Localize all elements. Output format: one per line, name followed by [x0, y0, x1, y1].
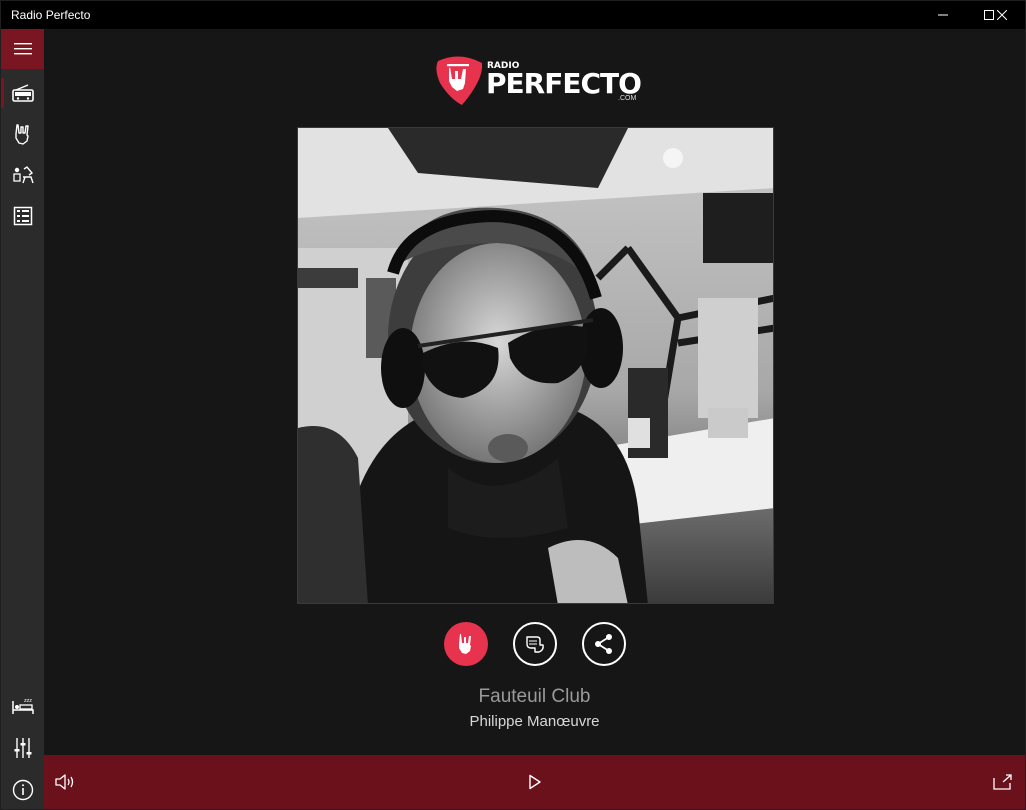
nav-item-info[interactable] — [1, 769, 44, 810]
close-button[interactable] — [979, 1, 1025, 29]
track-actions — [44, 622, 1025, 666]
rock-hand-icon — [14, 124, 29, 145]
volume-icon — [55, 774, 74, 790]
now-playing-panel: RADIO PERFECTO .COM Fauteuil Club Philip… — [44, 29, 1025, 755]
album-cover-image — [297, 127, 774, 604]
close-icon — [997, 10, 1007, 20]
hamburger-menu-button[interactable] — [1, 29, 44, 69]
track-title: Fauteuil Club — [478, 686, 591, 707]
nav-item-equalizer[interactable] — [1, 727, 44, 769]
info-icon — [12, 779, 33, 801]
minimize-icon — [938, 14, 948, 16]
dj-icon — [12, 166, 34, 184]
equalizer-icon — [14, 738, 31, 758]
radio-perfecto-logo: RADIO PERFECTO .COM — [430, 49, 642, 109]
logo-pick-icon — [436, 56, 483, 105]
sidebar: zzz — [1, 29, 44, 809]
minimize-button[interactable] — [920, 1, 966, 29]
nav-item-rock[interactable] — [1, 113, 44, 155]
nav-item-dj[interactable] — [1, 154, 44, 196]
play-button[interactable] — [520, 767, 550, 797]
share-button[interactable] — [582, 622, 626, 666]
like-button[interactable] — [444, 622, 488, 666]
schedule-icon — [13, 206, 32, 226]
radio-icon — [11, 84, 34, 102]
play-icon — [529, 774, 541, 790]
player-bar — [44, 755, 1025, 809]
sleep-icon: zzz — [11, 698, 34, 714]
dislike-button[interactable] — [513, 622, 557, 666]
share-icon — [595, 634, 612, 654]
hamburger-icon — [13, 43, 32, 55]
nav-item-sleep[interactable]: zzz — [1, 685, 44, 727]
cover-photo — [298, 128, 773, 603]
thumbs-down-icon — [526, 636, 544, 653]
cast-icon — [993, 774, 1012, 790]
rock-hand-like-icon — [459, 634, 471, 654]
logo-com-text: .COM — [618, 95, 637, 102]
svg-text:zzz: zzz — [24, 698, 32, 704]
app-window: Radio Perfecto zzz RADIO PERFECTO .COM F… — [0, 0, 1026, 810]
nav-item-schedule[interactable] — [1, 195, 44, 237]
track-artist: Philippe Manœuvre — [469, 713, 600, 730]
volume-button[interactable] — [50, 767, 80, 797]
title-bar: Radio Perfecto — [1, 1, 1025, 29]
nav-item-radio[interactable] — [1, 72, 44, 114]
window-title: Radio Perfecto — [11, 8, 91, 22]
cast-button[interactable] — [988, 767, 1018, 797]
